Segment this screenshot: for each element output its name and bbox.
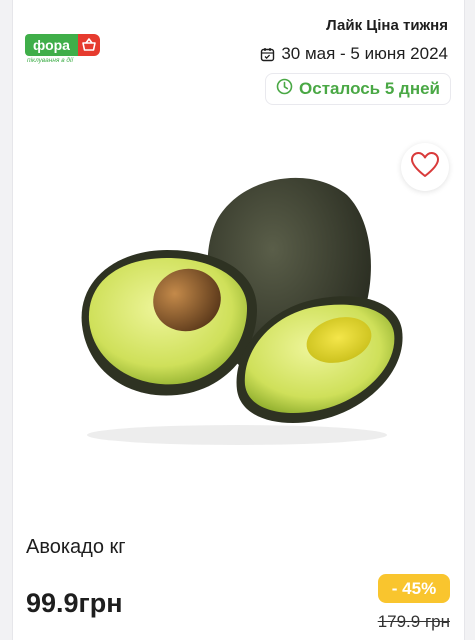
days-remaining-badge: Осталось 5 дней [265, 73, 451, 105]
current-price: 99.9грн [26, 588, 123, 618]
discount-badge: - 45% [378, 574, 450, 603]
old-price: 179.9 грн [377, 612, 450, 631]
brand-logo: фора піклування в дії [25, 34, 105, 66]
promo-date-range: 30 мая - 5 июня 2024 [281, 44, 448, 63]
basket-icon [78, 34, 100, 56]
avocado-image [57, 150, 417, 450]
product-name: Авокадо кг [26, 536, 126, 558]
promo-title: Лайк Ціна тижня [326, 17, 448, 34]
brand-tagline: піклування в дії [27, 57, 73, 64]
clock-icon [276, 78, 293, 100]
product-card[interactable]: фора піклування в дії Лайк Ціна тижня 30… [12, 0, 465, 640]
brand-name: фора [25, 34, 78, 56]
calendar-icon [260, 47, 275, 62]
promo-dates: 30 мая - 5 июня 2024 [260, 42, 448, 66]
days-remaining-text: Осталось 5 дней [299, 79, 440, 98]
